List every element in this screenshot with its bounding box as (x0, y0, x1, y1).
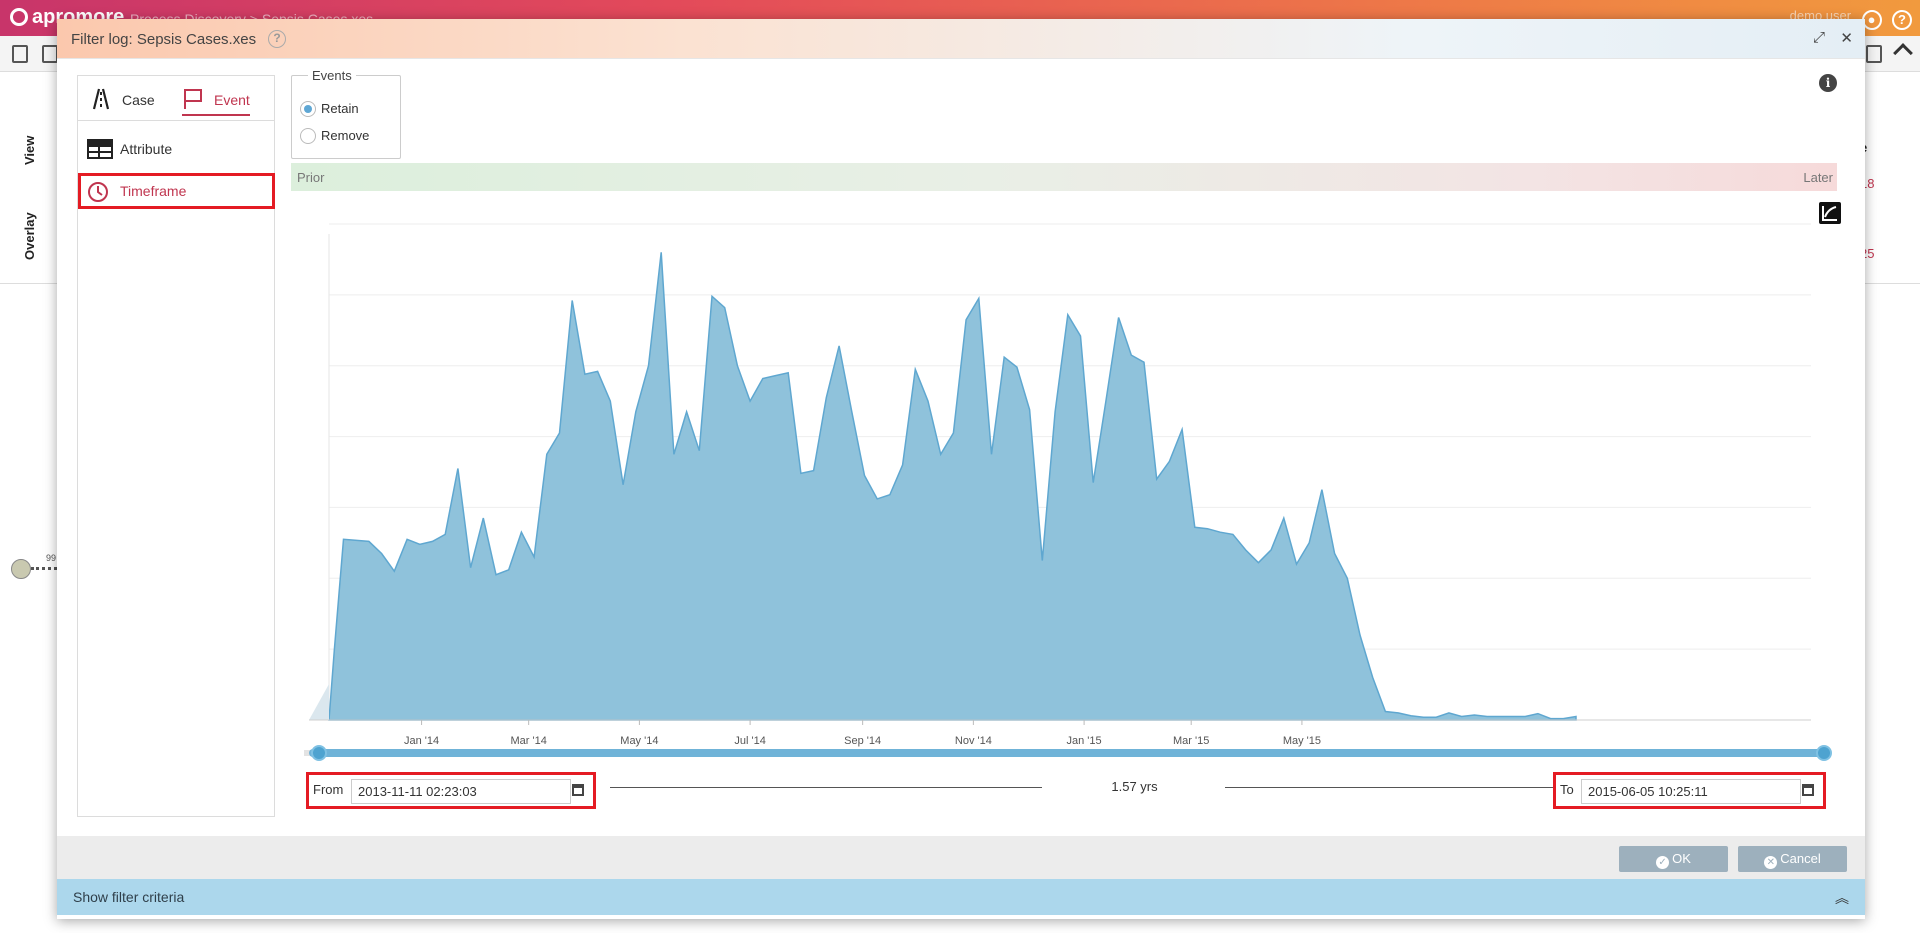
radio-retain[interactable]: Retain (300, 101, 359, 117)
dialog-footer (57, 836, 1865, 879)
tab-event-label: Event (214, 92, 250, 108)
clock-icon (88, 182, 108, 202)
info-icon[interactable]: i (1819, 74, 1837, 92)
duration-line-left (610, 787, 1042, 788)
radio-remove[interactable]: Remove (300, 128, 369, 144)
filter-tabs: Case Event (78, 76, 274, 121)
calendar-icon (1802, 784, 1814, 796)
arc-count: 99 (46, 553, 57, 563)
tab-case-label: Case (122, 92, 155, 108)
show-filter-criteria-bar[interactable]: Show filter criteria ︽ (57, 879, 1865, 915)
export-icon[interactable] (42, 45, 58, 63)
nav-item-label: Attribute (120, 141, 173, 157)
nav-item-timeframe[interactable]: Timeframe (78, 173, 275, 209)
x-tick-label: Mar '14 (510, 735, 546, 747)
nav-item-attribute[interactable]: Attribute (78, 131, 275, 167)
x-tick-label: Mar '15 (1173, 735, 1209, 747)
process-arc (31, 567, 57, 570)
tab-event[interactable]: Event (182, 86, 250, 116)
events-over-time-chart: Jan '14 Mar '14 May '14 Jul '14 Sep '14 Nov '… (309, 223, 1811, 747)
to-label: To (1560, 782, 1574, 797)
document-icon[interactable] (12, 45, 28, 63)
calendar-icon (572, 784, 584, 796)
prior-later-bar: Prior Later (291, 163, 1837, 191)
x-tick-label: May '14 (620, 735, 658, 747)
cancel-button[interactable]: ✕ Cancel (1738, 846, 1847, 872)
timeframe-slider-track[interactable] (309, 749, 1824, 757)
x-tick-label: Jan '15 (1067, 735, 1102, 747)
to-date-input[interactable] (1581, 779, 1801, 804)
cancel-label: Cancel (1780, 851, 1821, 866)
collapse-chevron-icon[interactable] (1893, 43, 1913, 63)
criteria-label: Show filter criteria (73, 889, 185, 905)
help-icon[interactable]: ? (268, 30, 286, 48)
expand-icon[interactable]: ⤢ (1813, 29, 1825, 46)
grid-icon[interactable] (1866, 45, 1882, 63)
x-tick-label: May '15 (1283, 735, 1321, 747)
radio-retain-label: Retain (321, 101, 359, 116)
ok-button[interactable]: ✓ OK (1619, 846, 1728, 872)
series-area (328, 252, 1577, 721)
side-tab-overlay[interactable]: Overlay (22, 212, 37, 260)
slider-end-handle[interactable] (1816, 745, 1832, 761)
to-calendar-button[interactable] (1798, 781, 1818, 801)
process-start-node[interactable] (11, 559, 31, 579)
flag-icon (184, 89, 202, 109)
check-icon: ✓ (1656, 856, 1670, 869)
events-mode-group: Events Retain Remove (291, 68, 401, 159)
dialog-title: Filter log: Sepsis Cases.xes (71, 31, 257, 48)
from-date-input[interactable] (351, 779, 571, 804)
from-label: From (313, 782, 344, 797)
duration-label: 1.57 yrs (1111, 779, 1158, 794)
ok-label: OK (1672, 851, 1691, 866)
filter-category-panel: Case Event Attribute Timeframe (77, 75, 275, 817)
radio-retain-indicator[interactable] (300, 101, 316, 117)
nav-item-label: Timeframe (120, 183, 187, 199)
x-tick-label: Sep '14 (844, 735, 881, 747)
dialog-header: Filter log: Sepsis Cases.xes ? ⤢ ✕ (57, 19, 1865, 59)
to-date-group: To (1553, 772, 1826, 809)
x-tick-label: Jul '14 (734, 735, 765, 747)
cancel-x-icon: ✕ (1764, 856, 1778, 869)
logo-icon (10, 8, 28, 26)
close-icon[interactable]: ✕ (1840, 29, 1853, 47)
x-tick-label: Jan '14 (404, 735, 439, 747)
events-legend: Events (308, 68, 356, 83)
side-tab-view[interactable]: View (22, 136, 37, 165)
later-label: Later (1803, 170, 1833, 185)
pre-range-shade (309, 684, 329, 720)
filter-log-dialog: Filter log: Sepsis Cases.xes ? ⤢ ✕ Case … (57, 19, 1865, 919)
table-icon (87, 139, 113, 159)
double-chevron-up-icon[interactable]: ︽ (1835, 888, 1849, 908)
slider-start-handle[interactable] (311, 745, 327, 761)
radio-remove-label: Remove (321, 128, 370, 143)
radio-remove-indicator[interactable] (300, 128, 316, 144)
from-date-group: From (306, 772, 596, 809)
road-icon (92, 88, 110, 110)
prior-label: Prior (297, 170, 325, 185)
x-tick-label: Nov '14 (955, 735, 992, 747)
from-calendar-button[interactable] (568, 781, 588, 801)
help-circle-icon[interactable]: ? (1892, 10, 1912, 30)
